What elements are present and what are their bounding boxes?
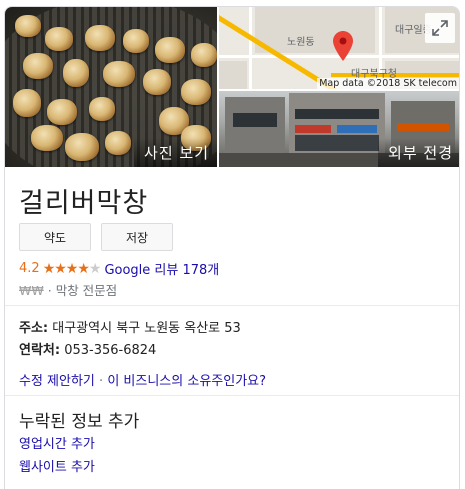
price-level: ₩₩ xyxy=(19,283,44,298)
food-piece xyxy=(105,131,131,155)
photo-view-label: 사진 보기 xyxy=(134,138,217,167)
suggest-row: 수정 제안하기 · 이 비즈니스의 소유주인가요? xyxy=(19,370,266,389)
address-value: 대구광역시 북구 노원동 옥산로 53 xyxy=(52,321,241,336)
map-label-road: 노원동 xyxy=(287,37,315,48)
food-piece xyxy=(103,61,135,87)
food-piece xyxy=(15,15,41,37)
building-window xyxy=(295,109,379,119)
food-piece xyxy=(65,133,99,161)
reviews-link[interactable]: Google 리뷰 178개 xyxy=(104,259,219,278)
building-window xyxy=(233,113,277,127)
photo-view-tile[interactable]: 사진 보기 xyxy=(5,7,217,167)
address-label: 주소: xyxy=(19,321,49,336)
divider xyxy=(5,305,459,306)
owner-claim-link[interactable]: 이 비즈니스의 소유주인가요? xyxy=(107,374,266,389)
add-hours-link[interactable]: 영업시간 추가 xyxy=(19,433,95,452)
phone-row: 연락처: 053-356-6824 xyxy=(19,339,156,358)
expand-icon xyxy=(432,20,448,36)
map-thumbnail[interactable]: 노원동 대구일중 대구북구청 Map data ©2018 SK telecom xyxy=(219,7,459,89)
save-button[interactable]: 저장 xyxy=(101,223,173,251)
add-website-link[interactable]: 웹사이트 추가 xyxy=(19,456,95,475)
food-piece xyxy=(47,99,77,125)
missing-info-title: 누락된 정보 추가 xyxy=(19,412,140,432)
shop-sign xyxy=(397,123,449,131)
phone-label: 연락처: xyxy=(19,343,61,358)
separator-dot: · xyxy=(47,283,52,298)
food-piece xyxy=(155,37,185,63)
food-piece xyxy=(31,125,63,151)
place-category: 막창 전문점 xyxy=(55,283,118,298)
star-rating-icon: ★★★★★ xyxy=(42,260,102,277)
expand-map-button[interactable] xyxy=(425,13,455,43)
divider xyxy=(5,395,459,396)
separator-dot: · xyxy=(99,374,104,389)
shop-sign xyxy=(295,125,331,133)
food-piece xyxy=(85,25,115,51)
food-piece xyxy=(89,97,115,121)
food-piece xyxy=(123,29,149,53)
suggest-edit-link[interactable]: 수정 제안하기 xyxy=(19,374,95,389)
place-title: 걸리버막창 xyxy=(19,188,149,219)
map-road xyxy=(249,7,252,89)
map-block xyxy=(219,61,247,89)
street-view-label: 외부 전경 xyxy=(378,138,459,167)
food-piece xyxy=(63,59,89,87)
map-attribution: Map data ©2018 SK telecom xyxy=(317,78,459,89)
food-piece xyxy=(143,69,171,95)
rating-row: 4.2 ★★★★★ Google 리뷰 178개 xyxy=(19,259,219,279)
storefront xyxy=(295,135,379,151)
phone-value[interactable]: 053-356-6824 xyxy=(64,343,156,358)
price-category-row: ₩₩ · 막창 전문점 xyxy=(19,280,117,299)
map-pin-icon xyxy=(333,31,353,61)
knowledge-panel: 사진 보기 노원동 대구일중 대구북구청 Map data ©2018 SK t… xyxy=(4,6,460,489)
directions-button[interactable]: 약도 xyxy=(19,223,91,251)
food-piece xyxy=(181,79,211,105)
map-block xyxy=(255,7,375,53)
address-row: 주소: 대구광역시 북구 노원동 옥산로 53 xyxy=(19,317,241,336)
street-view-tile[interactable]: 외부 전경 xyxy=(219,91,459,167)
food-piece xyxy=(13,89,41,117)
food-piece xyxy=(191,43,217,67)
shop-sign xyxy=(337,125,377,133)
rating-value: 4.2 xyxy=(19,261,40,276)
food-piece xyxy=(23,53,53,79)
food-piece xyxy=(45,27,73,51)
